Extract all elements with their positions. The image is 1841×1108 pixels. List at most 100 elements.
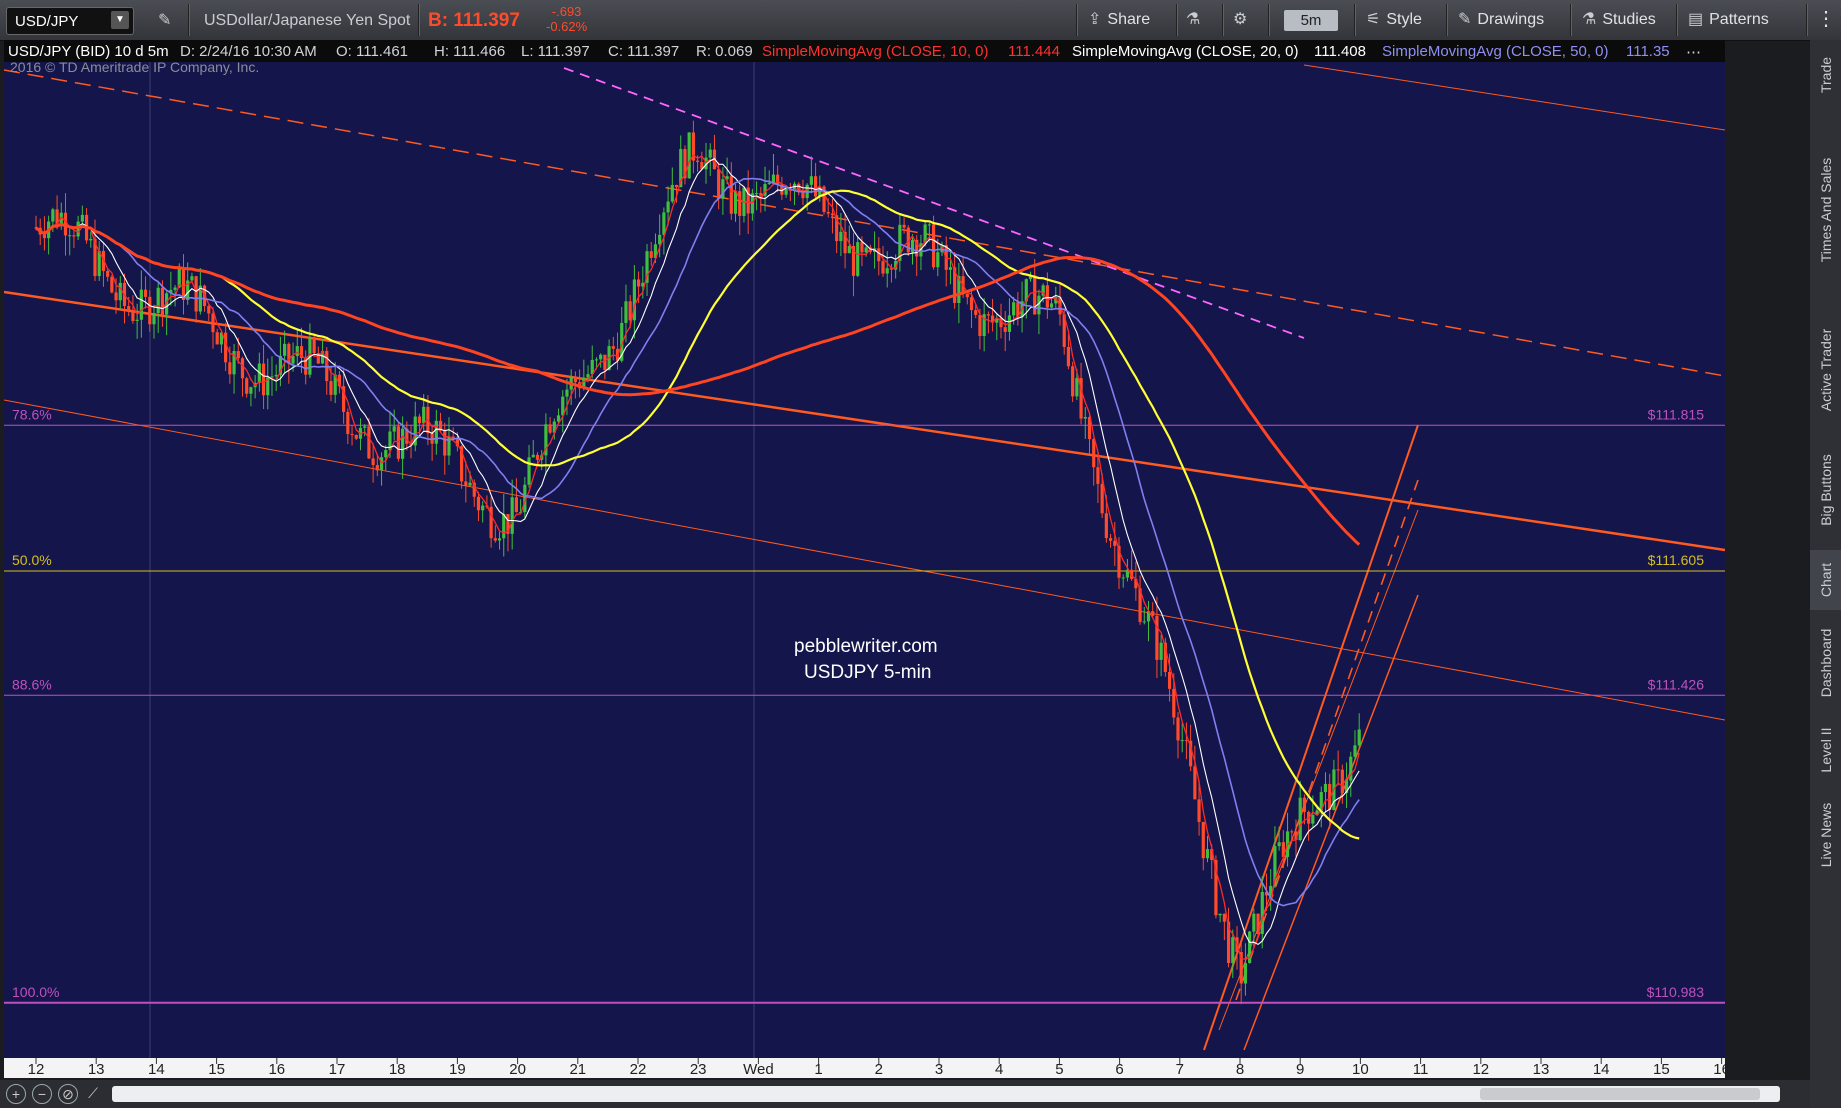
drag-handle-icon[interactable]: ⟋ [84, 1084, 102, 1102]
divider [1570, 4, 1572, 36]
time-tick-label: 16 [268, 1061, 285, 1078]
candle-body [586, 374, 590, 378]
candle-body [312, 337, 316, 354]
candle-body [637, 279, 641, 287]
candle-body [628, 301, 632, 321]
symbol-description: USDollar/Japanese Yen Spot [204, 12, 411, 29]
candle-body [1353, 745, 1357, 757]
candle-body [1066, 346, 1071, 367]
candle-body [864, 247, 868, 253]
time-tick-label: 14 [148, 1061, 165, 1078]
candle-body [384, 450, 388, 458]
candle-body [173, 287, 177, 290]
zoom-reset-icon[interactable]: ⊘ [58, 1084, 78, 1104]
sma50-label: SimpleMovingAvg (CLOSE, 50, 0) [1382, 43, 1609, 60]
timeframe-button[interactable]: 5m [1284, 10, 1338, 31]
fib-price-label: $111.426 [1648, 676, 1705, 692]
candle-body [1323, 783, 1328, 793]
studies-button[interactable]: ⚗ Studies [1582, 9, 1656, 29]
candle-body [51, 209, 55, 222]
candle-body [363, 426, 367, 428]
time-tick-label: 7 [1176, 1061, 1184, 1078]
drawings-button[interactable]: ✎ Drawings [1458, 9, 1544, 29]
share-button[interactable]: ⇪ Share [1088, 9, 1150, 29]
chevron-down-icon[interactable]: ▼ [111, 11, 129, 29]
candle-body [860, 242, 864, 253]
candle-body [708, 149, 712, 158]
pencil-icon[interactable]: ✎ [158, 10, 171, 30]
candle-body [1003, 327, 1007, 332]
symbol-selector[interactable]: USD/JPY ▼ [6, 7, 134, 35]
time-tick-label: 1 [814, 1061, 822, 1078]
candle-body [813, 176, 818, 197]
candle-body [649, 251, 653, 258]
chart-area[interactable]: 78.6% $111.815 50.0% $111.605 88.6% $111.426 1… [4, 40, 1725, 1078]
sidebar-item-dashboard[interactable]: Dashboard [1810, 615, 1841, 710]
time-tick-label: 20 [509, 1061, 526, 1078]
candle-body [392, 426, 396, 432]
candle-body [674, 184, 679, 188]
divider [1446, 4, 1448, 36]
candle-body [379, 457, 384, 471]
time-tick-label: 22 [630, 1061, 647, 1078]
candle-body [931, 224, 936, 268]
candle-body [1201, 821, 1205, 859]
more-icon[interactable]: ⋯ [1686, 43, 1701, 61]
info-open: O: 111.461 [336, 43, 408, 60]
candle-body [135, 319, 139, 321]
candle-body [249, 387, 253, 394]
sidebar-item-trade[interactable]: Trade [1810, 40, 1841, 110]
candle-body [1222, 913, 1226, 922]
sidebar-item-times-and-sales[interactable]: Times And Sales [1810, 115, 1841, 305]
menu-button[interactable]: ⋮ [1816, 6, 1836, 31]
candle-body [658, 234, 662, 245]
candle-body [190, 276, 194, 281]
candle-body [143, 289, 148, 297]
candle-body [1071, 366, 1075, 397]
candle-body [1121, 577, 1125, 579]
candle-body [1336, 769, 1340, 771]
candle-body [856, 242, 860, 276]
time-tick-label: 2 [875, 1061, 883, 1078]
time-tick-label: 4 [995, 1061, 1003, 1078]
time-tick-label: 3 [935, 1061, 943, 1078]
candle-body [417, 416, 422, 424]
price-chart[interactable]: 78.6% $111.815 50.0% $111.605 88.6% $111.426 1… [4, 40, 1725, 1078]
gear-icon: ⚙ [1233, 11, 1248, 28]
sidebar-item-big-buttons[interactable]: Big Buttons [1810, 435, 1841, 545]
fib-percent-label: 78.6% [12, 406, 52, 422]
sidebar-item-active-trader[interactable]: Active Trader [1810, 310, 1841, 430]
candle-body [1159, 642, 1163, 660]
settings-button[interactable]: ⚙ [1233, 9, 1253, 29]
candle-body [1180, 740, 1184, 742]
candle-body [1277, 842, 1281, 847]
sidebar-item-chart[interactable]: Chart [1810, 550, 1841, 610]
divider [1222, 4, 1224, 36]
candle-body [270, 376, 274, 378]
candle-body [72, 235, 76, 237]
candle-body [139, 289, 143, 320]
candle-body [1155, 615, 1159, 660]
candle-body [965, 293, 969, 298]
candle-body [148, 296, 152, 325]
candle-body [1252, 913, 1256, 932]
style-button[interactable]: ⚟ Style [1366, 9, 1422, 29]
sidebar-item-live-news[interactable]: Live News [1810, 790, 1841, 880]
style-label: Style [1386, 11, 1422, 28]
scroll-thumb[interactable] [1480, 1088, 1760, 1100]
sidebar-item-level-ii[interactable]: Level II [1810, 715, 1841, 785]
time-tick-label: 6 [1115, 1061, 1123, 1078]
candle-body [1193, 766, 1197, 800]
patterns-button[interactable]: ▤ Patterns [1688, 9, 1769, 29]
candle-body [371, 458, 375, 465]
share-label: Share [1107, 11, 1151, 28]
time-tick-label: 11 [1413, 1061, 1429, 1078]
candle-body [1083, 417, 1087, 419]
candle-body [784, 188, 788, 195]
sidebar-label: Live News [1817, 802, 1834, 868]
zoom-in-icon[interactable]: + [6, 1084, 26, 1104]
candle-body [1075, 378, 1079, 397]
zoom-out-icon[interactable]: − [32, 1084, 52, 1104]
flask-button[interactable]: ⚗ [1186, 9, 1206, 29]
divider [1076, 4, 1078, 36]
